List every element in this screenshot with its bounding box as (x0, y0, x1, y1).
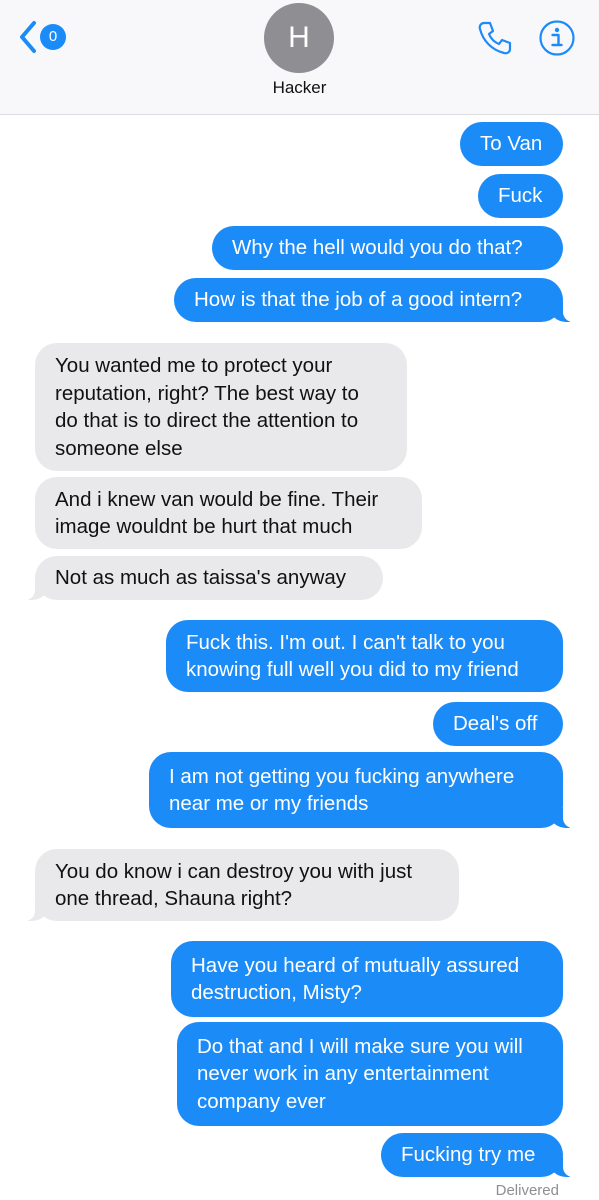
call-button[interactable] (474, 18, 514, 63)
message-bubble-sent[interactable]: How is that the job of a good intern? (174, 278, 575, 322)
message-bubble-received[interactable]: Not as much as taissa's anyway (23, 556, 383, 600)
info-button[interactable] (538, 19, 576, 62)
delivery-status: Delivered (495, 1182, 559, 1199)
message-bubble-received[interactable]: And i knew van would be fine. Their imag… (35, 477, 422, 549)
message-bubble-received[interactable]: You do know i can destroy you with just … (23, 849, 459, 921)
chevron-left-icon (20, 21, 36, 53)
avatar[interactable]: H (264, 3, 334, 73)
unread-count-badge: 0 (40, 24, 66, 50)
message-bubble-sent[interactable]: To Van (460, 122, 563, 166)
message-bubble-sent[interactable]: Do that and I will make sure you will ne… (177, 1022, 563, 1126)
phone-icon (478, 21, 512, 55)
info-icon (539, 20, 575, 56)
message-bubble-sent[interactable]: Have you heard of mutually assured destr… (171, 941, 563, 1017)
message-thread: To Van Fuck Why the hell would you do th… (0, 0, 599, 1200)
contact-name[interactable]: Hacker (0, 78, 599, 98)
message-bubble-sent[interactable]: Why the hell would you do that? (212, 226, 563, 270)
message-bubble-sent[interactable]: Fuck (478, 174, 563, 218)
message-bubble-sent[interactable]: Deal's off (433, 702, 563, 746)
message-bubble-received[interactable]: You wanted me to protect your reputation… (35, 343, 407, 471)
back-button[interactable]: 0 (18, 20, 66, 54)
message-bubble-sent[interactable]: I am not getting you fucking anywhere ne… (149, 752, 575, 828)
message-bubble-sent[interactable]: Fucking try me (381, 1133, 575, 1177)
message-bubble-sent[interactable]: Fuck this. I'm out. I can't talk to you … (166, 620, 563, 692)
conversation-header: 0 H Hacker (0, 0, 599, 115)
